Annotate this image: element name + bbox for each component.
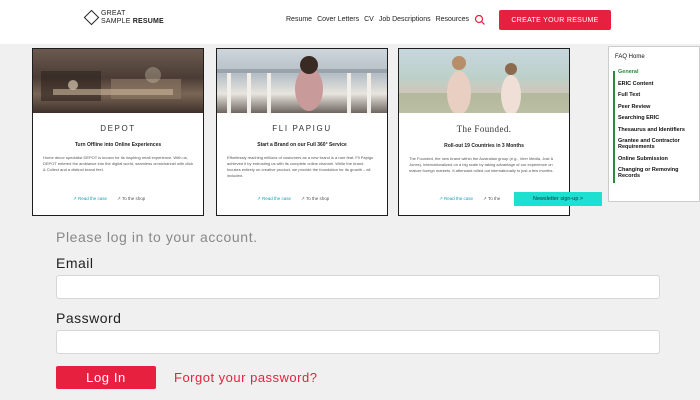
read-case-link[interactable]: ↗ Read the case xyxy=(439,196,473,202)
case-description: Effortlessly reaching millions of custom… xyxy=(227,155,374,178)
case-image-fli-papigu xyxy=(217,49,387,113)
faq-item-grantee[interactable]: Grantee and Contractor Requirements xyxy=(618,138,698,150)
case-description: The Founded, the new brand within the Au… xyxy=(409,156,554,173)
nav-resources[interactable]: Resources xyxy=(436,16,469,23)
case-card-the-founded[interactable]: The Founded. Roll-out 19 Countries in 3 … xyxy=(398,48,570,216)
search-icon[interactable] xyxy=(474,14,486,26)
site-header: GREAT SAMPLE RESUME Resume Cover Letters… xyxy=(0,0,700,44)
case-title: Start a Brand on our Full 360° Service xyxy=(257,142,347,148)
faq-item-changing-records[interactable]: Changing or Removing Records xyxy=(618,167,698,179)
logo-line-2: SAMPLE xyxy=(101,17,131,25)
case-title: Roll-out 19 Countries in 3 Months xyxy=(444,143,524,149)
case-card-fli-papigu[interactable]: FLI PAPIGU Start a Brand on our Full 360… xyxy=(216,48,388,216)
faq-item-general[interactable]: General xyxy=(618,69,698,75)
password-field[interactable] xyxy=(56,330,660,354)
nav-cv[interactable]: CV xyxy=(364,16,374,23)
to-shop-link[interactable]: ↗ To the shop xyxy=(301,196,329,202)
faq-item-online-submission[interactable]: Online Submission xyxy=(618,156,698,162)
logo-mark-icon xyxy=(83,9,100,26)
create-resume-button[interactable]: CREATE YOUR RESUME xyxy=(499,10,611,30)
login-prompt: Please log in to your account. xyxy=(56,229,258,245)
logo-line-2b: RESUME xyxy=(132,17,164,25)
main-nav: Resume Cover Letters CV Job Descriptions… xyxy=(286,16,469,23)
faq-sidebar: FAQ Home General ERIC Content Full Text … xyxy=(608,46,700,202)
nav-cover-letters[interactable]: Cover Letters xyxy=(317,16,359,23)
case-brand: FLI PAPIGU xyxy=(272,124,332,133)
nav-resume[interactable]: Resume xyxy=(286,16,312,23)
case-card-depot[interactable]: DEPOT Turn Offline into Online Experienc… xyxy=(32,48,204,216)
faq-item-peer-review[interactable]: Peer Review xyxy=(618,104,698,110)
nav-job-descriptions[interactable]: Job Descriptions xyxy=(379,16,431,23)
case-brand: The Founded. xyxy=(456,124,512,134)
faq-active-indicator xyxy=(613,71,615,183)
to-shop-link[interactable]: ↗ To the shop xyxy=(117,196,145,202)
case-brand: DEPOT xyxy=(100,124,136,133)
read-case-link[interactable]: ↗ Read the case xyxy=(257,196,291,202)
email-label: Email xyxy=(56,255,94,271)
case-image-depot xyxy=(33,49,203,113)
to-shop-link[interactable]: ↗ To the xyxy=(483,196,500,202)
site-logo[interactable]: GREAT SAMPLE RESUME xyxy=(83,9,164,26)
read-case-link[interactable]: ↗ Read the case xyxy=(73,196,107,202)
forgot-password-link[interactable]: Forgot your password? xyxy=(174,370,317,385)
case-image-the-founded xyxy=(399,49,569,113)
faq-item-eric-content[interactable]: ERIC Content xyxy=(618,81,698,87)
email-field[interactable] xyxy=(56,275,660,299)
password-label: Password xyxy=(56,310,122,326)
case-title: Turn Offline into Online Experiences xyxy=(74,142,162,148)
login-button[interactable]: Log In xyxy=(56,366,156,389)
faq-item-full-text[interactable]: Full Text xyxy=(618,92,698,98)
faq-home-link[interactable]: FAQ Home xyxy=(615,54,699,60)
logo-line-1: GREAT xyxy=(101,10,126,17)
faq-list: General ERIC Content Full Text Peer Revi… xyxy=(618,69,698,185)
case-description: Home decor specialist DEPOT is known for… xyxy=(43,155,193,172)
newsletter-signup-button[interactable]: Newsletter sign-up > xyxy=(514,192,602,206)
faq-item-thesaurus[interactable]: Thesaurus and Identifiers xyxy=(618,127,698,133)
faq-item-searching-eric[interactable]: Searching ERIC xyxy=(618,115,698,121)
